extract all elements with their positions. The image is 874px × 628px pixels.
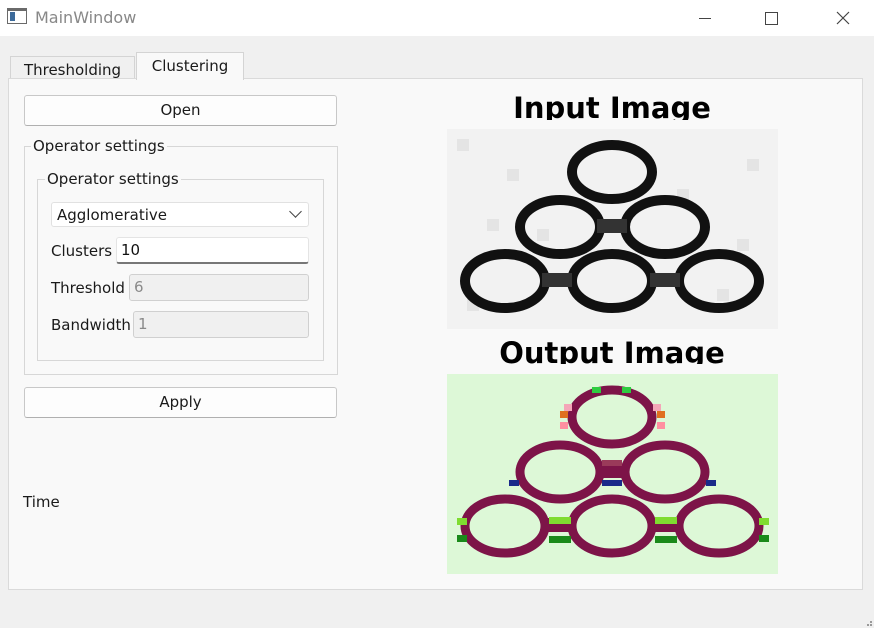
window-title: MainWindow: [35, 8, 137, 27]
close-icon: [836, 11, 850, 25]
algorithm-selected: Agglomerative: [57, 206, 168, 224]
time-label: Time: [23, 493, 60, 511]
bandwidth-label: Bandwidth: [51, 316, 131, 334]
clusters-label: Clusters: [51, 242, 113, 260]
minimize-icon: [699, 17, 711, 19]
close-button[interactable]: [820, 0, 866, 36]
input-image-heading: Input Image: [513, 91, 711, 120]
app-window-icon: [7, 8, 27, 24]
inner-group-title: Operator settings: [45, 170, 181, 188]
open-button[interactable]: Open: [24, 95, 337, 126]
threshold-label: Threshold: [51, 279, 125, 297]
maximize-button[interactable]: [748, 0, 794, 36]
chevron-down-icon: [289, 205, 302, 218]
resize-grip-icon[interactable]: [866, 620, 872, 626]
output-image-heading: Output Image: [499, 336, 725, 364]
output-image: [447, 374, 778, 574]
input-image: [447, 129, 778, 329]
algorithm-select[interactable]: Agglomerative: [51, 202, 309, 227]
title-bar: MainWindow: [0, 0, 874, 36]
apply-button[interactable]: Apply: [24, 387, 337, 418]
maximize-icon: [764, 11, 778, 25]
tab-clustering[interactable]: Clustering: [136, 52, 244, 80]
bandwidth-input[interactable]: 1: [133, 311, 309, 338]
outer-group-title: Operator settings: [31, 137, 167, 155]
clusters-input[interactable]: 10: [116, 237, 309, 264]
threshold-input[interactable]: 6: [129, 274, 309, 301]
minimize-button[interactable]: [682, 0, 728, 36]
